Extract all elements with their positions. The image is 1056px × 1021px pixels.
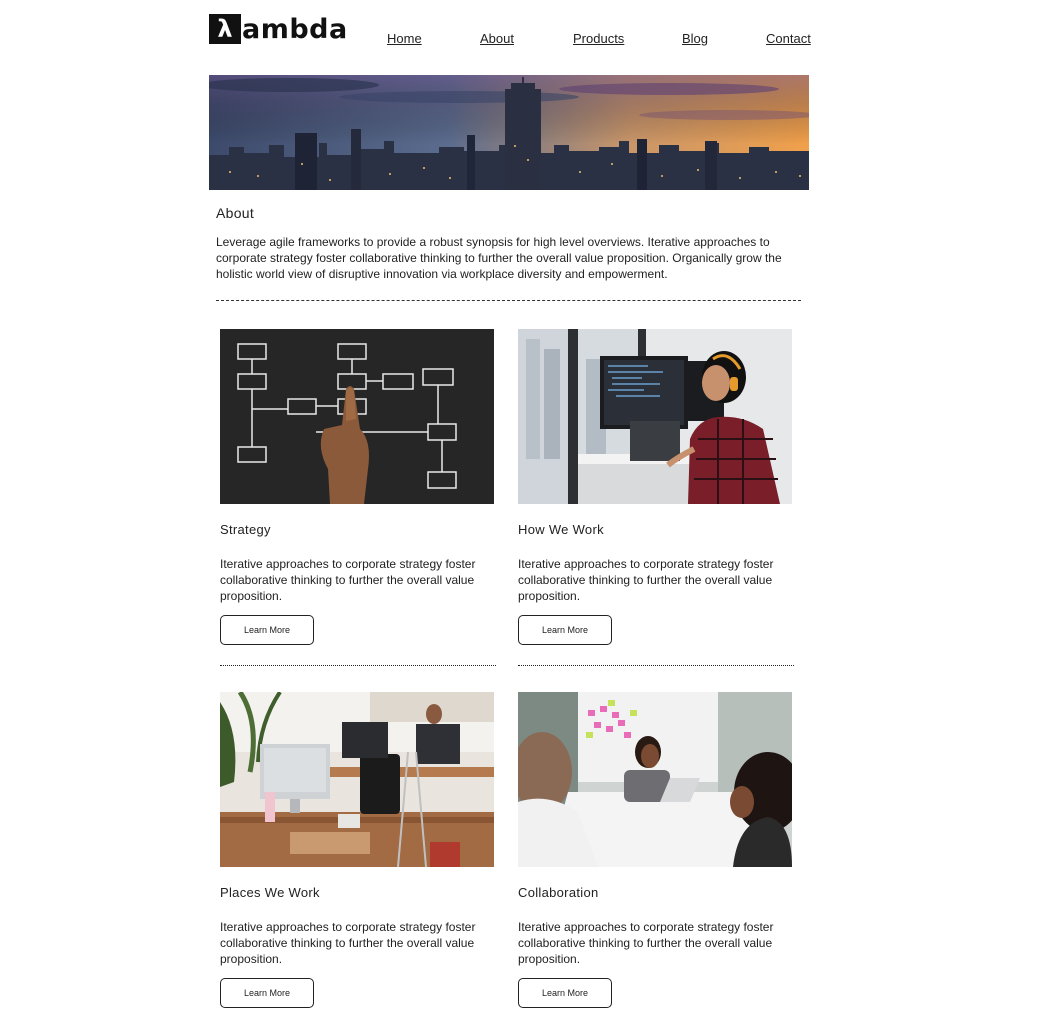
learn-more-button[interactable]: Learn More: [220, 615, 314, 645]
card-title: Places We Work: [220, 885, 320, 900]
nav-link-products[interactable]: Products: [573, 31, 624, 46]
card-text: Iterative approaches to corporate strate…: [220, 557, 476, 603]
card-divider: [518, 665, 794, 666]
how-we-work-image: [518, 329, 792, 504]
card-strategy: Strategy Iterative approaches to corpora…: [220, 329, 496, 666]
card-text: Iterative approaches to corporate strate…: [518, 557, 774, 603]
logo[interactable]: λ ambda: [209, 13, 348, 45]
card-collaboration: Collaboration Iterative approaches to co…: [518, 692, 794, 1008]
hero-image: [209, 75, 809, 190]
about-heading: About: [216, 205, 255, 221]
places-we-work-image: [220, 692, 494, 867]
card-places-we-work: Places We Work Iterative approaches to c…: [220, 692, 496, 1008]
about-text: Leverage agile frameworks to provide a r…: [216, 235, 782, 281]
learn-more-button[interactable]: Learn More: [518, 615, 612, 645]
card-divider: [220, 665, 496, 666]
lambda-logo-icon: λ: [209, 14, 241, 44]
logo-text: ambda: [242, 13, 348, 45]
card-title: Collaboration: [518, 885, 599, 900]
nav-link-blog[interactable]: Blog: [682, 31, 708, 46]
card-title: Strategy: [220, 522, 271, 537]
nav-link-about[interactable]: About: [480, 31, 514, 46]
page: λ ambda Home About Products Blog Contact: [0, 0, 1056, 1021]
nav-link-contact[interactable]: Contact: [766, 31, 811, 46]
nav-link-home[interactable]: Home: [387, 31, 422, 46]
card-text: Iterative approaches to corporate strate…: [518, 920, 774, 966]
strategy-image: [220, 329, 494, 504]
collaboration-image: [518, 692, 792, 867]
card-text: Iterative approaches to corporate strate…: [220, 920, 476, 966]
learn-more-button[interactable]: Learn More: [220, 978, 314, 1008]
learn-more-button[interactable]: Learn More: [518, 978, 612, 1008]
card-how-we-work: How We Work Iterative approaches to corp…: [518, 329, 794, 666]
section-divider: [216, 300, 801, 301]
card-title: How We Work: [518, 522, 604, 537]
